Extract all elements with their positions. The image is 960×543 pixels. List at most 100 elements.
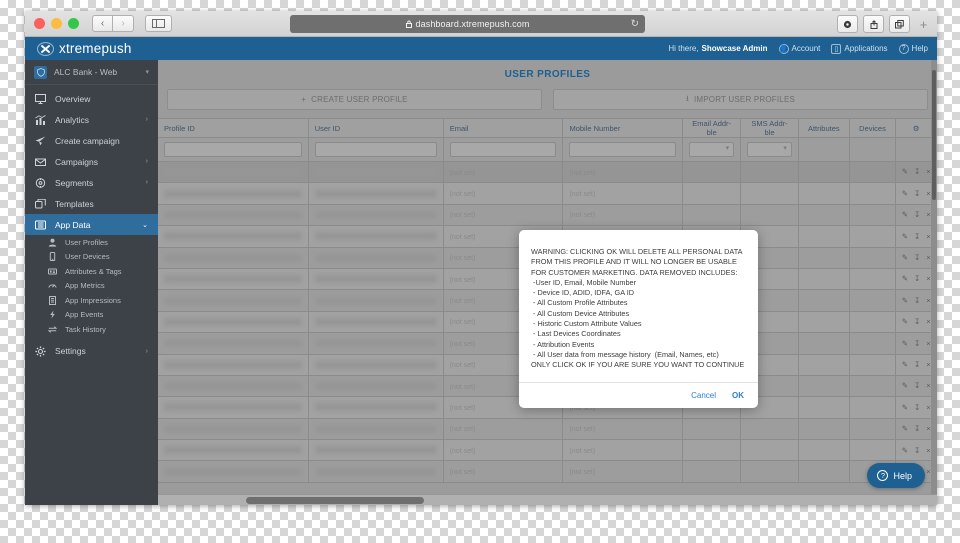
edit-row-button[interactable]: ✎ (902, 275, 908, 283)
delete-row-button[interactable]: × (926, 190, 930, 198)
edit-row-button[interactable]: ✎ (902, 168, 908, 176)
edit-row-button[interactable]: ✎ (902, 233, 908, 241)
export-row-button[interactable]: ↧ (914, 318, 920, 326)
help-widget-button[interactable]: ? Help (867, 463, 925, 488)
column-header-mobile-number[interactable]: Mobile Number (562, 118, 684, 138)
column-header-email-addressable[interactable]: Email Addr-ble (682, 118, 742, 138)
export-row-button[interactable]: ↧ (914, 233, 920, 241)
sidebar-item-app-data[interactable]: App Data ⌄ (25, 214, 158, 235)
edit-row-button[interactable]: ✎ (902, 297, 908, 305)
sidebar-subitem-app-impressions[interactable]: App Impressions (25, 293, 158, 308)
export-row-button[interactable]: ↧ (914, 361, 920, 369)
export-row-button[interactable]: ↧ (914, 211, 920, 219)
edit-row-button[interactable]: ✎ (902, 340, 908, 348)
tabs-overview-button[interactable] (889, 15, 910, 33)
cancel-button[interactable]: Cancel (691, 391, 716, 400)
export-row-button[interactable]: ↧ (914, 404, 920, 412)
delete-row-button[interactable]: × (926, 233, 930, 241)
delete-row-button[interactable]: × (926, 254, 930, 262)
delete-row-button[interactable]: × (926, 468, 930, 476)
edit-row-button[interactable]: ✎ (902, 211, 908, 219)
export-row-button[interactable]: ↧ (914, 275, 920, 283)
column-header-sms-addressable[interactable]: SMS Addr-ble (740, 118, 799, 138)
vertical-scrollbar-thumb[interactable] (932, 70, 936, 200)
delete-row-button[interactable]: × (926, 425, 930, 433)
edit-row-button[interactable]: ✎ (902, 254, 908, 262)
export-row-button[interactable]: ↧ (914, 297, 920, 305)
table-row[interactable]: (not set)(not set)✎↧× (158, 182, 937, 205)
sidebar-item-overview[interactable]: Overview (25, 88, 158, 109)
close-window-button[interactable] (34, 18, 45, 29)
share-button[interactable] (863, 15, 884, 33)
back-button[interactable]: ‹ (92, 15, 113, 32)
edit-row-button[interactable]: ✎ (902, 190, 908, 198)
export-row-button[interactable]: ↧ (914, 190, 920, 198)
table-row[interactable]: (not set)(not set)✎↧× (158, 439, 937, 462)
edit-row-button[interactable]: ✎ (902, 404, 908, 412)
import-user-profiles-button[interactable]: ⭳ IMPORT USER PROFILES (553, 89, 928, 110)
table-row[interactable]: (not set)(not set)✎↧× (158, 460, 937, 483)
sidebar-toggle-button[interactable] (145, 15, 172, 32)
vertical-scrollbar[interactable] (931, 60, 937, 505)
address-bar[interactable]: dashboard.xtremepush.com ↻ (290, 15, 645, 33)
delete-row-button[interactable]: × (926, 340, 930, 348)
email-addressable-filter-select[interactable] (689, 142, 735, 157)
user-id-filter-input[interactable] (314, 142, 437, 157)
sidebar-item-templates[interactable]: Templates (25, 193, 158, 214)
column-header-devices[interactable]: Devices (849, 118, 897, 138)
edit-row-button[interactable]: ✎ (902, 425, 908, 433)
delete-row-button[interactable]: × (926, 382, 930, 390)
horizontal-scrollbar[interactable] (158, 494, 937, 505)
help-link[interactable]: ? Help (898, 43, 928, 54)
delete-row-button[interactable]: × (926, 404, 930, 412)
export-row-button[interactable]: ↧ (914, 425, 920, 433)
export-row-button[interactable]: ↧ (914, 254, 920, 262)
applications-link[interactable]: ▯ Applications (831, 43, 888, 54)
create-user-profile-button[interactable]: + CREATE USER PROFILE (167, 89, 542, 110)
account-link[interactable]: 👤 Account (778, 43, 820, 54)
delete-row-button[interactable]: × (926, 318, 930, 326)
export-row-button[interactable]: ↧ (914, 168, 920, 176)
table-row[interactable]: (not set)(not set)✎↧× (158, 161, 937, 184)
extensions-button[interactable] (837, 15, 858, 33)
forward-button[interactable]: › (113, 15, 134, 32)
export-row-button[interactable]: ↧ (914, 340, 920, 348)
sidebar-item-analytics[interactable]: Analytics › (25, 109, 158, 130)
column-header-email[interactable]: Email (443, 118, 564, 138)
account-selector[interactable]: ALC Bank - Web ▾ (25, 60, 158, 85)
table-row[interactable]: (not set)(not set)✎↧× (158, 418, 937, 441)
sidebar-subitem-user-devices[interactable]: User Devices (25, 250, 158, 265)
edit-row-button[interactable]: ✎ (902, 361, 908, 369)
sidebar-subitem-app-events[interactable]: App Events (25, 308, 158, 323)
delete-row-button[interactable]: × (926, 447, 930, 455)
edit-row-button[interactable]: ✎ (902, 447, 908, 455)
sidebar-item-campaigns[interactable]: Campaigns › (25, 151, 158, 172)
ok-button[interactable]: OK (732, 391, 744, 400)
sidebar-subitem-user-profiles[interactable]: User Profiles (25, 235, 158, 250)
delete-row-button[interactable]: × (926, 297, 930, 305)
horizontal-scrollbar-thumb[interactable] (246, 497, 424, 504)
brand-logo[interactable]: xtremepush (37, 41, 132, 56)
column-header-profile-id[interactable]: Profile ID (158, 118, 309, 138)
email-filter-input[interactable] (449, 142, 557, 157)
edit-row-button[interactable]: ✎ (902, 318, 908, 326)
sidebar-item-settings[interactable]: Settings › (25, 341, 158, 362)
sidebar-item-create-campaign[interactable]: Create campaign (25, 130, 158, 151)
column-header-user-id[interactable]: User ID (308, 118, 444, 138)
export-row-button[interactable]: ↧ (914, 447, 920, 455)
sidebar-subitem-app-metrics[interactable]: App Metrics (25, 279, 158, 294)
table-row[interactable]: (not set)(not set)✎↧× (158, 204, 937, 227)
profile-id-filter-input[interactable] (164, 142, 302, 157)
sms-addressable-filter-select[interactable] (747, 142, 792, 157)
minimize-window-button[interactable] (51, 18, 62, 29)
column-header-attributes[interactable]: Attributes (798, 118, 850, 138)
export-row-button[interactable]: ↧ (914, 382, 920, 390)
edit-row-button[interactable]: ✎ (902, 382, 908, 390)
new-tab-button[interactable]: + (915, 15, 932, 33)
sidebar-subitem-attributes-tags[interactable]: Attributes & Tags (25, 264, 158, 279)
delete-row-button[interactable]: × (926, 211, 930, 219)
delete-row-button[interactable]: × (926, 361, 930, 369)
delete-row-button[interactable]: × (926, 168, 930, 176)
reload-button[interactable]: ↻ (631, 19, 639, 30)
sidebar-item-segments[interactable]: Segments › (25, 172, 158, 193)
